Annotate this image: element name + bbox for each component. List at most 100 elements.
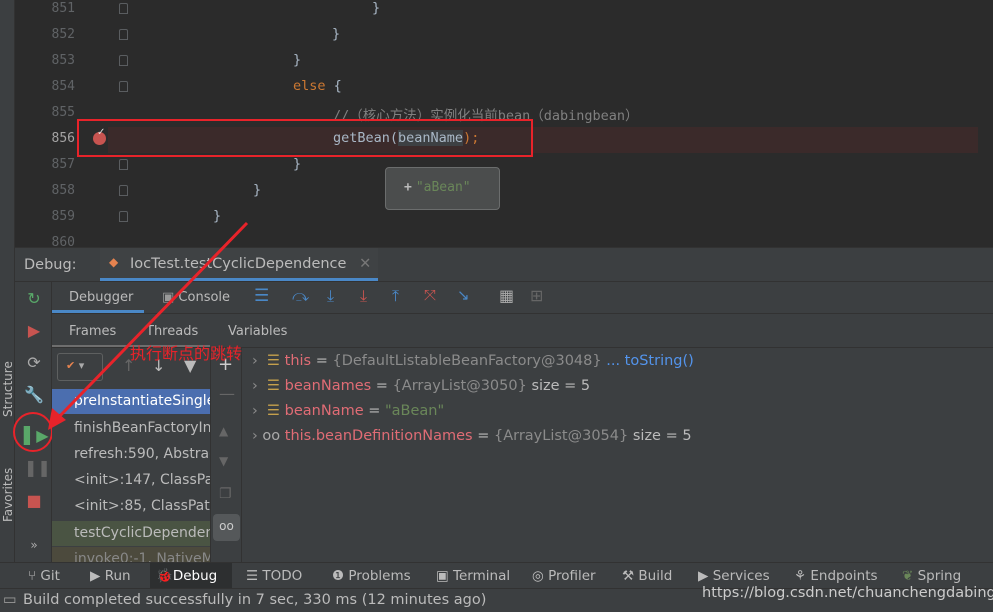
force-step-into-icon[interactable]: ⤓ bbox=[360, 286, 367, 306]
toolwindow-terminal[interactable]: ▣ Terminal bbox=[436, 563, 510, 589]
close-tab-icon[interactable]: ✕ bbox=[359, 256, 371, 272]
frame-item[interactable]: finishBeanFactoryInitialization bbox=[52, 416, 210, 441]
variable-row[interactable]: › ☰ this = {DefaultListableBeanFactory@3… bbox=[252, 353, 694, 377]
toolwindow-problems[interactable]: ❶ Problems bbox=[332, 563, 411, 589]
status-bar: ▭ Build completed successfully in 7 sec,… bbox=[0, 585, 993, 612]
tab-debugger[interactable]: Debugger bbox=[52, 282, 144, 313]
toolwindow-run[interactable]: ▶ Run bbox=[90, 563, 131, 589]
bug-icon: 🐞 bbox=[156, 568, 173, 584]
frame-item[interactable]: testCyclicDependence bbox=[52, 521, 210, 546]
line-number: 855 bbox=[51, 105, 75, 120]
line-number: 856 bbox=[51, 131, 75, 146]
favorites-side-tab[interactable]: Favorites bbox=[1, 462, 15, 522]
stop-icon[interactable]: ■ bbox=[24, 491, 44, 511]
code-line: } bbox=[293, 52, 302, 68]
watch-icon: oo bbox=[262, 428, 285, 444]
duplicate-icon[interactable]: ❐ bbox=[219, 486, 232, 502]
fold-icon[interactable] bbox=[119, 159, 128, 170]
fold-icon[interactable] bbox=[119, 55, 128, 66]
run-to-cursor-icon[interactable]: ↘ bbox=[457, 286, 470, 304]
endpoints-icon: ⚘ bbox=[794, 568, 811, 584]
console-icon: ▣ bbox=[162, 290, 179, 305]
line-number: 859 bbox=[51, 209, 75, 224]
annotation-circle bbox=[13, 412, 53, 452]
debug-session-tab[interactable]: ◆ IocTest.testCyclicDependence ✕ bbox=[100, 248, 378, 281]
terminal-icon: ▣ bbox=[436, 568, 454, 584]
code-line: } bbox=[372, 0, 381, 16]
debug-label: Debug: bbox=[24, 257, 77, 273]
status-toggle-icon[interactable]: ▭ bbox=[3, 592, 17, 608]
line-number: 857 bbox=[51, 157, 75, 172]
show-execution-point-icon[interactable]: ☰ bbox=[254, 286, 269, 306]
trace-icon[interactable]: ⊞ bbox=[530, 286, 543, 305]
expand-icon: + bbox=[404, 180, 412, 195]
hammer-icon: ⚒ bbox=[622, 568, 639, 584]
line-number: 860 bbox=[51, 235, 75, 247]
problems-icon: ❶ bbox=[332, 568, 349, 584]
remove-watch-icon[interactable]: — bbox=[219, 384, 235, 403]
frame-item-selected[interactable]: preInstantiateSingletons bbox=[52, 389, 210, 414]
code-line: } bbox=[293, 156, 302, 172]
line-number: 852 bbox=[51, 27, 75, 42]
fold-icon[interactable] bbox=[119, 3, 128, 14]
fold-icon[interactable] bbox=[119, 29, 128, 40]
variable-row[interactable]: › ☰ beanName = "aBean" bbox=[252, 403, 444, 427]
frames-list: ✔ ▾ ↑ ↓ ▼ preInstantiateSingletons finis… bbox=[52, 348, 210, 562]
toolwindow-todo[interactable]: ☰ TODO bbox=[246, 563, 302, 589]
pause-icon[interactable]: ❚❚ bbox=[24, 458, 51, 478]
toolwindow-profiler[interactable]: ◎ Profiler bbox=[532, 563, 596, 589]
watches-toolbar: + — ▲ ▼ ❐ oo bbox=[210, 348, 242, 562]
tab-threads[interactable]: Threads bbox=[146, 324, 198, 339]
toolwindow-build[interactable]: ⚒ Build bbox=[622, 563, 672, 589]
git-icon: ⑂ bbox=[28, 568, 41, 584]
variables-panel: › ☰ this = {DefaultListableBeanFactory@3… bbox=[242, 348, 993, 562]
frame-item[interactable]: <init>:85, ClassPathXmlApplicationContex… bbox=[52, 494, 210, 519]
evaluate-expression-icon[interactable]: ▦ bbox=[499, 286, 514, 305]
debugger-tabs: Debugger ▣ Console ☰ ⤼ ⤓ ⤓ ⤒ ⤧ ↘ ▦ ⊞ bbox=[52, 282, 993, 314]
run-icon: ▶ bbox=[90, 568, 105, 584]
variables-title: Variables bbox=[228, 324, 288, 339]
step-over-icon[interactable]: ⤼ bbox=[292, 286, 309, 306]
field-icon: ☰ bbox=[267, 403, 285, 419]
settings-wrench-icon[interactable]: 🔧 bbox=[24, 385, 44, 405]
code-line: } bbox=[253, 182, 262, 198]
rerun-icon[interactable]: ↻ bbox=[24, 289, 44, 309]
field-icon: ☰ bbox=[267, 378, 285, 394]
code-editor[interactable]: 851 852 853 854 855 856 857 858 859 860 … bbox=[15, 0, 993, 247]
rerun-failed-icon[interactable]: ▶ bbox=[24, 321, 44, 341]
move-down-icon[interactable]: ▼ bbox=[219, 454, 228, 468]
step-out-icon[interactable]: ⤒ bbox=[392, 286, 399, 306]
structure-side-tab[interactable]: Structure bbox=[1, 357, 15, 417]
code-line: } bbox=[332, 26, 341, 42]
line-number: 853 bbox=[51, 53, 75, 68]
step-into-icon[interactable]: ⤓ bbox=[327, 286, 334, 306]
profiler-icon: ◎ bbox=[532, 568, 549, 584]
thread-selector[interactable]: ✔ ▾ bbox=[57, 353, 103, 381]
debug-header: Debug: ◆ IocTest.testCyclicDependence ✕ bbox=[15, 247, 993, 282]
more-icon[interactable]: » bbox=[24, 535, 44, 555]
frame-item[interactable]: <init>:147, ClassPathXmlApplicationConte… bbox=[52, 468, 210, 493]
variable-row[interactable]: › oo this.beanDefinitionNames = {ArrayLi… bbox=[252, 428, 692, 452]
value-tooltip[interactable]: + "aBean" bbox=[385, 167, 500, 210]
watches-toggle-icon[interactable]: oo bbox=[213, 514, 240, 541]
drop-frame-icon[interactable]: ⤧ bbox=[424, 286, 436, 304]
fold-icon[interactable] bbox=[119, 211, 128, 222]
fold-icon[interactable] bbox=[119, 81, 128, 92]
variable-row[interactable]: › ☰ beanNames = {ArrayList@3050} size = … bbox=[252, 378, 590, 402]
annotation-label: 执行断点的跳转 bbox=[130, 344, 243, 363]
watermark: https://blog.csdn.net/chuanchengdabing bbox=[702, 585, 993, 601]
toolwindow-debug[interactable]: 🐞Debug bbox=[150, 563, 232, 589]
services-icon: ▶ bbox=[698, 568, 713, 584]
field-icon: ☰ bbox=[267, 353, 285, 369]
code-line: else { bbox=[293, 78, 342, 94]
frame-item[interactable]: invoke0:-1, NativeMethodAccessorImpl bbox=[52, 547, 210, 562]
fold-icon[interactable] bbox=[119, 185, 128, 196]
debug-session-icon: ◆ bbox=[109, 255, 119, 269]
status-message: Build completed successfully in 7 sec, 3… bbox=[23, 592, 487, 608]
toolwindow-git[interactable]: ⑂ Git bbox=[28, 563, 60, 589]
move-up-icon[interactable]: ▲ bbox=[219, 424, 228, 438]
annotation-box bbox=[77, 119, 533, 157]
tab-console[interactable]: ▣ Console bbox=[162, 290, 230, 305]
restore-layout-icon[interactable]: ⟳ bbox=[24, 353, 44, 373]
frame-item[interactable]: refresh:590, AbstractApplicationContext bbox=[52, 442, 210, 467]
